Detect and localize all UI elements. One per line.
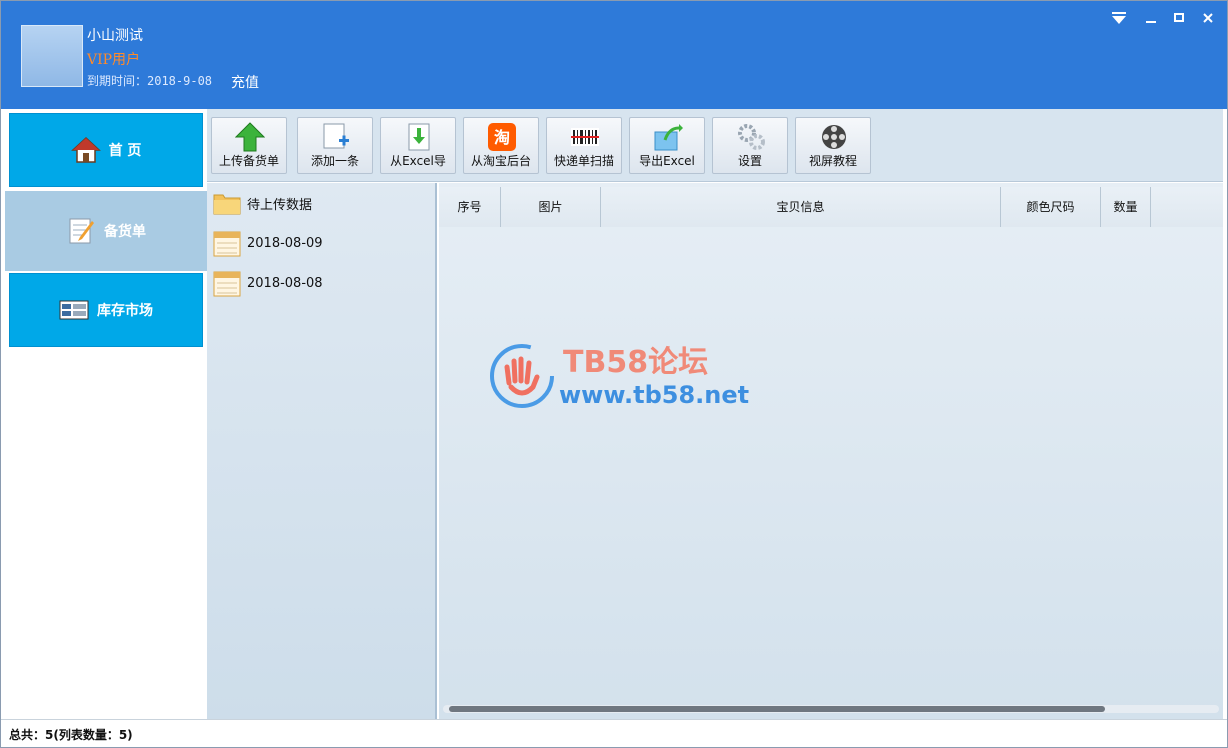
minimize-icon[interactable] — [1140, 11, 1162, 31]
settings-button[interactable]: 设置 — [712, 117, 788, 174]
export-icon — [653, 122, 683, 152]
tree-item-label: 2018-08-08 — [247, 275, 323, 291]
barcode-icon — [570, 122, 600, 152]
nav-stock-label: 备货单 — [104, 224, 146, 240]
horizontal-scrollbar[interactable] — [443, 705, 1219, 713]
column-header-index[interactable]: 序号 — [439, 187, 501, 227]
tree-item-label: 待上传数据 — [247, 197, 313, 213]
add-document-icon — [321, 122, 351, 152]
table-header: 序号 图片 宝贝信息 颜色尺码 数量 — [439, 187, 1223, 227]
video-tutorial-button[interactable]: 视屏教程 — [795, 117, 871, 174]
recharge-link[interactable]: 充值 — [231, 72, 259, 92]
nav-home-label: 首 页 — [108, 143, 142, 159]
notepad-icon — [66, 217, 96, 245]
toolbar: 上传备货单 添加一条 从Excel导 淘 从淘宝后台 快递单扫描 导出Excel… — [207, 109, 1223, 182]
export-excel-button[interactable]: 导出Excel — [629, 117, 705, 174]
house-icon — [70, 136, 101, 164]
app-window: 小山测试 VIP用户 到期时间：2018-9-08 充值 首 页 备货单 库存市… — [0, 0, 1228, 748]
username: 小山测试 — [87, 28, 143, 44]
folder-icon — [213, 189, 241, 217]
watermark-url: www.tb58.net — [559, 381, 750, 409]
import-excel-label: 从Excel导 — [390, 154, 446, 168]
left-nav: 首 页 备货单 库存市场 — [5, 109, 207, 719]
maximize-icon[interactable] — [1168, 11, 1190, 31]
tree-item-label: 2018-08-09 — [247, 235, 323, 251]
calendar-icon — [213, 269, 241, 297]
import-excel-button[interactable]: 从Excel导 — [380, 117, 456, 174]
nav-stock-list[interactable]: 备货单 — [5, 191, 207, 271]
column-header-quantity[interactable]: 数量 — [1101, 187, 1151, 227]
expire-date: 到期时间：2018-9-08 — [87, 74, 213, 88]
upload-arrow-icon — [234, 122, 266, 152]
excel-import-icon — [404, 122, 434, 152]
watermark-title: TB58论坛 — [563, 345, 709, 380]
gear-icon — [736, 122, 766, 152]
item-table: 序号 图片 宝贝信息 颜色尺码 数量 — [439, 183, 1223, 719]
header-bar: 小山测试 VIP用户 到期时间：2018-9-08 充值 — [1, 1, 1227, 109]
taobao-backend-label: 从淘宝后台 — [470, 154, 531, 168]
nav-home[interactable]: 首 页 — [9, 113, 203, 187]
vip-badge: VIP用户 — [87, 52, 141, 68]
table-icon — [59, 296, 89, 324]
date-tree: 待上传数据 2018-08-09 2018-08-08 — [207, 183, 437, 719]
express-scan-button[interactable]: 快递单扫描 — [546, 117, 622, 174]
scrollbar-thumb[interactable] — [449, 706, 1105, 712]
add-one-button[interactable]: 添加一条 — [297, 117, 373, 174]
tree-item-date[interactable]: 2018-08-09 — [213, 227, 323, 259]
export-excel-label: 导出Excel — [639, 154, 695, 168]
status-bar: 总共：5(列表数量：5) — [1, 719, 1227, 747]
avatar[interactable] — [21, 25, 83, 87]
column-header-image[interactable]: 图片 — [501, 187, 601, 227]
close-icon[interactable] — [1197, 11, 1219, 31]
video-tutorial-label: 视屏教程 — [808, 154, 857, 168]
taobao-icon: 淘 — [487, 122, 517, 152]
column-header-item-info[interactable]: 宝贝信息 — [601, 187, 1001, 227]
calendar-icon — [213, 229, 241, 257]
nav-inventory-market[interactable]: 库存市场 — [9, 273, 203, 347]
upload-stock-button[interactable]: 上传备货单 — [211, 117, 287, 174]
status-count: 总共：5(列表数量：5) — [9, 728, 133, 742]
tree-item-pending[interactable]: 待上传数据 — [213, 187, 312, 219]
upload-stock-label: 上传备货单 — [218, 154, 279, 168]
watermark-hand-logo — [489, 343, 555, 409]
taobao-backend-button[interactable]: 淘 从淘宝后台 — [463, 117, 539, 174]
dropdown-icon[interactable] — [1108, 11, 1130, 31]
add-one-label: 添加一条 — [310, 154, 359, 168]
tree-item-date[interactable]: 2018-08-08 — [213, 267, 323, 299]
nav-market-label: 库存市场 — [97, 303, 153, 319]
film-reel-icon — [819, 122, 849, 152]
express-scan-label: 快递单扫描 — [553, 154, 614, 168]
settings-label: 设置 — [737, 154, 762, 168]
svg-text:淘: 淘 — [494, 128, 510, 147]
column-header-color-size[interactable]: 颜色尺码 — [1001, 187, 1101, 227]
